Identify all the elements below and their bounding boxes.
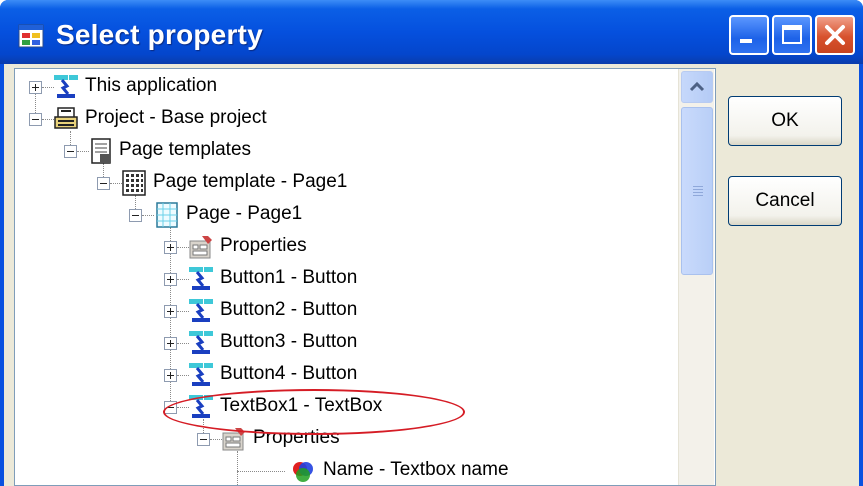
- ok-button[interactable]: OK: [728, 96, 842, 146]
- collapse-toggle[interactable]: [197, 433, 210, 446]
- tree-node-button2[interactable]: Button2 - Button: [15, 296, 675, 326]
- control-icon: [189, 299, 213, 322]
- tree-node-label: Project - Base project: [85, 107, 267, 128]
- select-property-dialog: Select property This application Project…: [0, 0, 863, 486]
- tree-vertical-scrollbar[interactable]: [678, 69, 714, 485]
- application-icon: [54, 75, 78, 98]
- cancel-button[interactable]: Cancel: [728, 176, 842, 226]
- tree-node-name-property[interactable]: Name - Textbox name: [15, 456, 675, 485]
- collapse-toggle[interactable]: [64, 145, 77, 158]
- expand-toggle[interactable]: [164, 273, 177, 286]
- tree-node-label: This application: [85, 75, 218, 96]
- tree-node-page-templates[interactable]: Page templates: [15, 136, 675, 166]
- dialog-client-area: This application Project - Base project: [4, 64, 859, 486]
- project-icon: [54, 107, 78, 129]
- chevron-up-icon: [689, 81, 705, 92]
- tree-node-button3[interactable]: Button3 - Button: [15, 328, 675, 358]
- scroll-thumb[interactable]: [681, 107, 713, 275]
- maximize-icon: [782, 25, 802, 44]
- expand-toggle[interactable]: [164, 305, 177, 318]
- tree-node-label: Button1 - Button: [220, 267, 358, 288]
- thumb-grip: [693, 189, 703, 190]
- page-template-icon: [122, 170, 146, 196]
- tree-node-project[interactable]: Project - Base project: [15, 104, 675, 134]
- tree-node-properties[interactable]: Properties: [15, 232, 675, 262]
- expand-toggle[interactable]: [29, 81, 42, 94]
- thumb-grip: [693, 186, 703, 187]
- expand-toggle[interactable]: [164, 369, 177, 382]
- title-bar[interactable]: Select property: [0, 0, 863, 64]
- tree-node-page-page1[interactable]: Page - Page1: [15, 200, 675, 230]
- tree-node-page-template-page1[interactable]: Page template - Page1: [15, 168, 675, 198]
- property-value-icon: [293, 462, 313, 482]
- collapse-toggle[interactable]: [29, 113, 42, 126]
- close-button[interactable]: [815, 15, 855, 55]
- minimize-icon: [740, 39, 752, 43]
- expand-toggle[interactable]: [164, 337, 177, 350]
- tree-node-label: Name - Textbox name: [323, 459, 509, 480]
- expand-toggle[interactable]: [164, 241, 177, 254]
- control-icon: [189, 331, 213, 354]
- page-icon: [156, 202, 178, 228]
- property-tree[interactable]: This application Project - Base project: [14, 68, 716, 486]
- tree-node-label: Page templates: [119, 139, 252, 160]
- tree-node-button4[interactable]: Button4 - Button: [15, 360, 675, 390]
- maximize-button[interactable]: [772, 15, 812, 55]
- control-icon: [189, 363, 213, 386]
- window-app-icon: [18, 24, 44, 48]
- tree-node-label: Page template - Page1: [153, 171, 348, 192]
- collapse-toggle[interactable]: [129, 209, 142, 222]
- tree-node-this-application[interactable]: This application: [15, 72, 675, 102]
- tree-node-label: Page - Page1: [186, 203, 303, 224]
- tree-node-label: Button2 - Button: [220, 299, 358, 320]
- minimize-button[interactable]: [729, 15, 769, 55]
- thumb-grip: [693, 195, 703, 196]
- tree-node-label: Button3 - Button: [220, 331, 358, 352]
- highlight-ellipse: [163, 389, 465, 435]
- control-icon: [189, 267, 213, 290]
- scroll-up-button[interactable]: [681, 71, 713, 103]
- tree-node-label: Properties: [220, 235, 307, 256]
- collapse-toggle[interactable]: [97, 177, 110, 190]
- close-icon: [825, 25, 845, 45]
- page-templates-icon: [91, 138, 111, 164]
- thumb-grip: [693, 192, 703, 193]
- tree-node-button1[interactable]: Button1 - Button: [15, 264, 675, 294]
- properties-icon: [189, 236, 212, 259]
- window-title: Select property: [56, 19, 263, 50]
- tree-node-label: Button4 - Button: [220, 363, 358, 384]
